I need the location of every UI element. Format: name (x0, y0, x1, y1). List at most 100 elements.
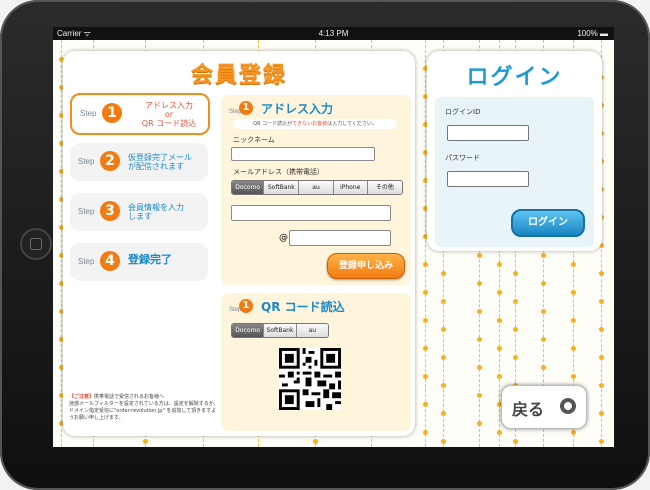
decor-bead (441, 355, 446, 360)
decor-bead (423, 318, 428, 323)
mail-local-input[interactable] (231, 205, 391, 221)
step-word: Step (78, 257, 95, 266)
carrier-selector[interactable]: Docomo SoftBank au iPhone その他 (231, 180, 403, 195)
decor-bead (477, 337, 482, 342)
step-number: 1 (102, 103, 122, 123)
decor-bead (571, 430, 576, 435)
screen: Carrier ᯤ 4:13 PM 100% ▬ 会員登録 Step 1 アドレ… (53, 27, 614, 447)
register-button[interactable]: 登録申し込み (327, 253, 405, 279)
decor-bead (441, 411, 446, 416)
step-word: Step (78, 207, 95, 216)
step-tab-2[interactable]: Step 2 仮登録完了メール が配信されます (70, 143, 208, 181)
decor-bead (423, 262, 428, 267)
decor-bead (477, 393, 482, 398)
carrier-option-other[interactable]: その他 (367, 181, 402, 194)
address-input-panel: Step 1 アドレス入力 QR コード読込ができないお客様は入力してください。… (221, 95, 411, 285)
decor-bead (599, 299, 604, 304)
decor-bead (497, 430, 502, 435)
decor-bead (541, 337, 546, 342)
decor-bead (599, 271, 604, 276)
decor-bead (477, 253, 482, 258)
decor-bead (423, 402, 428, 407)
decor-bead (599, 383, 604, 388)
carrier-option-softbank[interactable]: SoftBank (264, 181, 300, 194)
decor-bead (441, 439, 446, 444)
note-prefix: QR コード読込が (253, 121, 293, 127)
qr-carrier-option-docomo[interactable]: Docomo (232, 324, 265, 337)
decor-bead (477, 421, 482, 426)
login-id-input[interactable] (447, 125, 529, 141)
decor-bead (599, 411, 604, 416)
decor-bead (541, 365, 546, 370)
step-number: 4 (100, 251, 120, 271)
decor-bead (571, 346, 576, 351)
section-title: アドレス入力 (261, 102, 334, 116)
carrier-option-iphone[interactable]: iPhone (333, 181, 368, 194)
page-title: 会員登録 (190, 63, 287, 88)
input-note: QR コード読込ができないお客様は入力してください。 (233, 119, 397, 129)
decor-bead (599, 439, 604, 444)
step-word: Step (80, 109, 97, 118)
decor-bead (599, 355, 604, 360)
decor-bead (513, 355, 518, 360)
decor-bead (441, 271, 446, 276)
decor-bead (541, 281, 546, 286)
back-button[interactable]: 戻る (501, 385, 587, 429)
home-button[interactable] (20, 228, 52, 260)
decor-bead (497, 318, 502, 323)
step-number: 1 (239, 299, 253, 313)
decor-bead (497, 374, 502, 379)
login-button[interactable]: ログイン (511, 209, 585, 237)
mail-domain-input[interactable] (289, 230, 391, 246)
qr-carrier-option-au[interactable]: au (296, 324, 328, 337)
step-number: 2 (100, 151, 120, 171)
back-label: 戻る (512, 400, 545, 419)
note-suffix: は入力してください。 (327, 121, 377, 127)
step-word: Step (78, 157, 95, 166)
decor-bead (571, 262, 576, 267)
decor-bead (423, 430, 428, 435)
step-tab-3[interactable]: Step 3 会員情報を入力 します (70, 193, 208, 231)
note-warning: できないお客様 (292, 121, 328, 127)
login-form: ログインID パスワード ログイン (435, 97, 594, 247)
decor-bead (497, 262, 502, 267)
caution-tag: 【ご注意】 (69, 394, 95, 400)
decor-bead (497, 346, 502, 351)
decor-bead (513, 271, 518, 276)
password-input[interactable] (447, 171, 529, 187)
carrier-option-docomo[interactable]: Docomo (232, 181, 265, 194)
qr-code-panel: Step 1 QR コード読込 Docomo SoftBank au (221, 293, 411, 431)
qr-code-image (279, 348, 341, 410)
decor-bead (513, 439, 518, 444)
section-title: QR コード読込 (261, 300, 345, 314)
status-bar: Carrier ᯤ 4:13 PM 100% ▬ (53, 27, 614, 40)
decor-bead (441, 299, 446, 304)
decor-bead (423, 374, 428, 379)
qr-carrier-option-softbank[interactable]: SoftBank (264, 324, 297, 337)
return-icon (560, 398, 576, 414)
qr-carrier-selector[interactable]: Docomo SoftBank au (231, 323, 329, 338)
decor-bead (477, 309, 482, 314)
decor-bead (313, 439, 318, 444)
decor-bead (143, 439, 148, 444)
decor-bead (541, 309, 546, 314)
mail-label: メールアドレス（携帯電話） (233, 168, 324, 176)
step-label: 仮登録完了メール が配信されます (128, 153, 192, 171)
step-number: 3 (100, 201, 120, 221)
carrier-option-au[interactable]: au (299, 181, 334, 194)
nickname-input[interactable] (231, 147, 375, 161)
decor-bead (423, 346, 428, 351)
decor-bead (441, 383, 446, 388)
step-tab-4[interactable]: Step 4 登録完了 (70, 243, 208, 281)
decor-bead (513, 327, 518, 332)
step-tab-1[interactable]: Step 1 アドレス入力 or QR コード読込 (70, 93, 210, 135)
step-number: 1 (239, 101, 253, 115)
decor-bead (599, 327, 604, 332)
battery-indicator: 100% ▬ (577, 29, 608, 38)
decor-bead (441, 327, 446, 332)
decor-bead (497, 290, 502, 295)
nickname-label: ニックネーム (233, 136, 275, 144)
login-card: ログイン ログインID パスワード ログイン (427, 51, 602, 251)
decor-bead (477, 281, 482, 286)
step-label: 会員情報を入力 します (128, 203, 184, 221)
